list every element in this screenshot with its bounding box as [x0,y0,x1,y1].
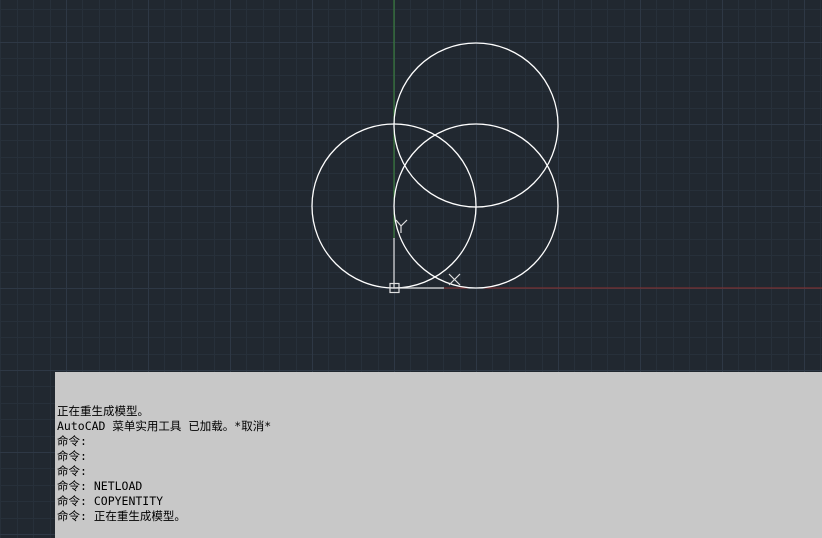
ucs-x-label [448,273,461,286]
command-history-line: 正在重生成模型。 [57,404,149,418]
drawing-area[interactable]: 正在重生成模型。 AutoCAD 菜单实用工具 已加载。*取消* 命令: 命令: 命令:… [0,0,822,538]
command-history-line: 命令: 正在重生成模型。 [57,509,186,523]
command-history-line: 命令: [57,464,87,478]
command-history-line: 命令: NETLOAD [57,479,143,493]
command-history-line: 命令: [57,434,87,448]
command-history-line: 命令: [57,449,87,463]
command-history-line: AutoCAD 菜单实用工具 已加载。*取消* [57,419,272,433]
command-history-line: 命令: COPYENTITY [57,494,164,508]
command-history-window[interactable]: 正在重生成模型。 AutoCAD 菜单实用工具 已加载。*取消* 命令: 命令: 命令:… [55,372,822,538]
